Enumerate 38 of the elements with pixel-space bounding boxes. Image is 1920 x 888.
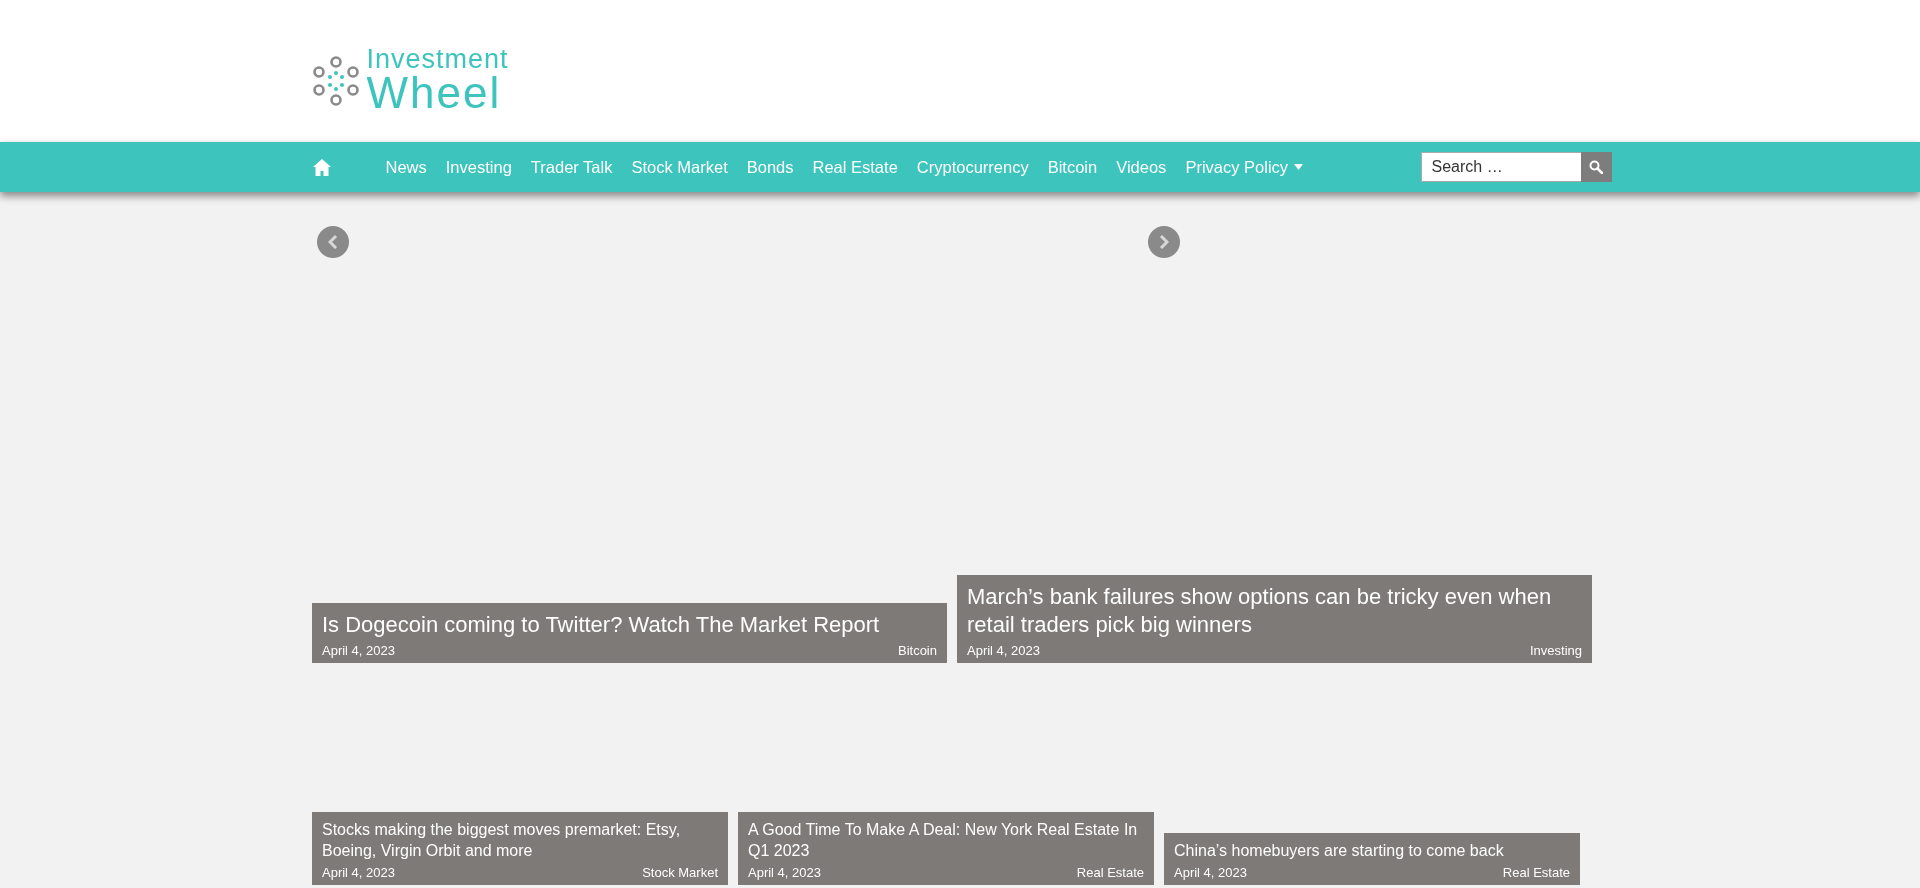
chevron-right-icon [1159, 235, 1169, 249]
post-date: April 4, 2023 [322, 865, 395, 880]
logo-text: Wheel [366, 71, 503, 115]
post-date: April 4, 2023 [748, 865, 821, 880]
home-icon [312, 158, 331, 176]
nav-link[interactable]: Stock Market [631, 157, 728, 177]
previous-slide-button[interactable] [317, 226, 349, 258]
nav-link[interactable]: Videos [1116, 157, 1167, 177]
post-title[interactable]: A Good Time To Make A Deal: New York Real Estate In Q1 2023 [748, 820, 1144, 862]
logo-text: Investment [366, 46, 509, 73]
post-date: April 4, 2023 [967, 643, 1040, 658]
post-title[interactable]: Is Dogecoin coming to Twitter? Watch The Market Report [322, 611, 937, 640]
nav-link[interactable]: Cryptocurrency [916, 157, 1029, 177]
post-category[interactable]: Real Estate [1502, 865, 1570, 880]
post-date: April 4, 2023 [322, 643, 395, 658]
post-category[interactable]: Bitcoin [897, 643, 937, 658]
search-icon [1589, 160, 1603, 174]
nav-link[interactable]: Bitcoin [1047, 157, 1098, 177]
search-button[interactable] [1580, 152, 1612, 182]
nav-dropdown[interactable]: Privacy Policy [1185, 157, 1304, 177]
nav-link[interactable]: Bonds [746, 157, 794, 177]
home-link[interactable] [312, 158, 331, 176]
nav-link[interactable]: Real Estate [812, 157, 898, 177]
nav-link[interactable]: Investing [445, 157, 512, 177]
search-field[interactable]: Search … [1420, 152, 1581, 182]
wheel-logo-icon [312, 55, 359, 106]
chevron-left-icon [328, 235, 338, 249]
post-category[interactable]: Real Estate [1076, 865, 1144, 880]
next-slide-button[interactable] [1148, 226, 1180, 258]
nav-link[interactable]: News [385, 157, 427, 177]
post-title[interactable]: Stocks making the biggest moves premarket: Etsy, Boeing, Virgin Orbit and more [322, 820, 718, 862]
post-category[interactable]: Stock Market [642, 865, 718, 880]
post-date: April 4, 2023 [1174, 865, 1247, 880]
post-title[interactable]: March’s bank failures show options can be tricky even when retail traders pick big winners [967, 582, 1582, 640]
nav-link[interactable]: Trader Talk [530, 157, 613, 177]
post-category[interactable]: Investing [1529, 643, 1582, 658]
post-title[interactable]: China’s homebuyers are starting to come back [1174, 841, 1570, 862]
caret-icon [1294, 164, 1304, 170]
